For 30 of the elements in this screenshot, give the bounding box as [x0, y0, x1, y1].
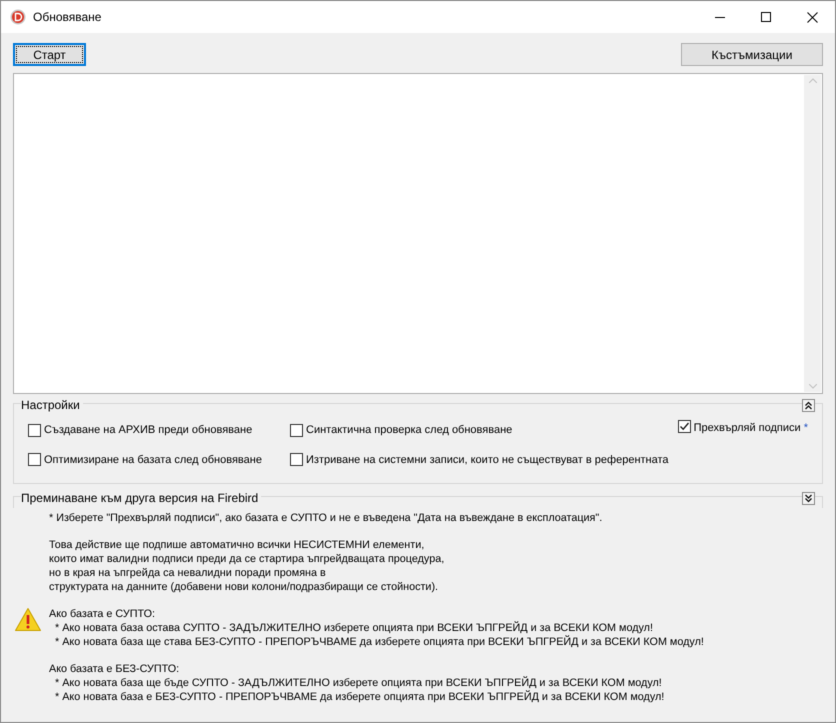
close-icon: [806, 12, 818, 22]
checkbox-label: Синтактична проверка след обновяване: [306, 423, 512, 438]
expand-button[interactable]: [802, 492, 815, 504]
maximize-icon: [761, 12, 771, 22]
note-text: структурата на данните (добавени нови колони/подразбиращи се стойности).: [49, 580, 440, 594]
note-text: но в края на ъпгрейда са невалидни поради промяна в: [49, 566, 327, 580]
checkbox-label: Оптимизиране на базата след обновяване: [44, 452, 262, 468]
note-text: * Изберете "Прехвърляй подписи", ако базата е СУПТО и не е въведена "Дата на въвеждане в експлоатация".: [49, 511, 602, 525]
checkbox[interactable]: [290, 424, 303, 437]
note-text: * Ако новата база ще бъде СУПТО - ЗАДЪЛЖИТЕЛНО изберете опцията при ВСЕКИ ЪПГРЕЙД и за ВСЕКИ КОМ модул!: [54, 676, 663, 690]
note-text: * Ако новата база е БЕЗ-СУПТО - ПРЕПОРЪЧВАМЕ да изберете опцията при ВСЕКИ ЪПГРЕЙД и за ВСЕКИ КОМ модул!: [54, 690, 664, 704]
checkbox-label: Създаване на АРХИВ преди обновяване: [44, 423, 252, 438]
checkbox-label: Изтриване на системни записи, които не съществуват в референтната: [306, 452, 669, 468]
note-text: Ако базата е СУПТО:: [49, 607, 156, 621]
window-title: Обновяване: [33, 9, 102, 26]
note-text: Ако базата е БЕЗ-СУПТО:: [49, 662, 180, 676]
checkbox[interactable]: [678, 420, 691, 433]
note-text: * Ако новата база остава СУПТО - ЗАДЪЛЖИТЕЛНО изберете опцията при ВСЕКИ ЪПГРЕЙД и за ВСЕКИ КОМ модул!: [54, 621, 654, 635]
note-text: които имат валидни подписи преди да се стартира ъпгрейдващата процедура,: [49, 552, 444, 566]
note-text: * Ако новата база ще става БЕЗ-СУПТО - ПРЕПОРЪЧВАМЕ да изберете опцията при ВСЕКИ ЪПГРЕЙД и за ВСЕКИ КОМ модул!: [54, 635, 704, 649]
start-button[interactable]: Старт: [13, 43, 86, 66]
checkbox[interactable]: [28, 424, 41, 437]
note-text: Това действие ще подпише автоматично всички НЕСИСТЕМНИ елементи,: [49, 538, 426, 552]
app-icon: [10, 9, 26, 25]
checkbox[interactable]: [28, 453, 41, 466]
checkbox[interactable]: [290, 453, 303, 466]
collapse-button[interactable]: [802, 398, 815, 412]
checkbox-label: Прехвърляй подписи *: [694, 421, 808, 436]
customize-button[interactable]: Къстъмизации: [681, 43, 823, 66]
warning-icon: [14, 607, 42, 632]
